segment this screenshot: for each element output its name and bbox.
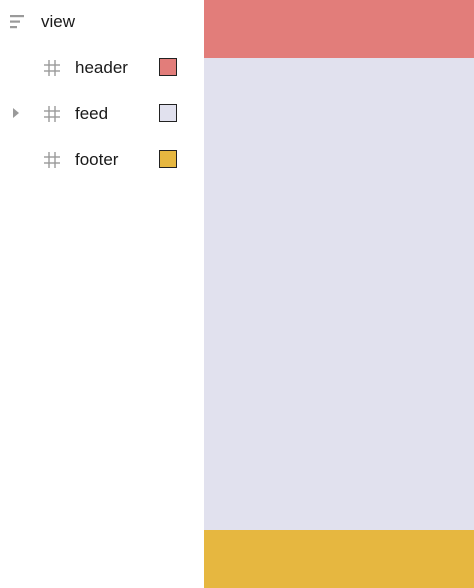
tree-item-label: footer — [75, 150, 119, 169]
hash-icon — [44, 152, 60, 168]
hash-icon — [44, 106, 60, 122]
canvas-header-block[interactable] — [204, 0, 474, 58]
layers-icon — [10, 15, 24, 29]
canvas-footer-block[interactable] — [204, 530, 474, 588]
color-swatch[interactable] — [159, 150, 177, 168]
tree-row-header[interactable]: header — [0, 46, 204, 90]
canvas-preview — [204, 0, 474, 588]
canvas-feed-block[interactable] — [204, 58, 474, 530]
tree-row-view[interactable]: view — [0, 0, 204, 44]
tree-row-footer[interactable]: footer — [0, 138, 204, 182]
tree-row-feed[interactable]: feed — [0, 92, 204, 136]
app: view header feed footer — [0, 0, 474, 588]
layer-tree-panel: view header feed footer — [0, 0, 204, 588]
tree-item-label: feed — [75, 104, 109, 123]
tree-root-label: view — [41, 12, 76, 31]
tree-item-label: header — [75, 58, 128, 77]
color-swatch[interactable] — [159, 104, 177, 122]
expand-caret-icon[interactable] — [13, 108, 19, 118]
hash-icon — [44, 60, 60, 76]
color-swatch[interactable] — [159, 58, 177, 76]
